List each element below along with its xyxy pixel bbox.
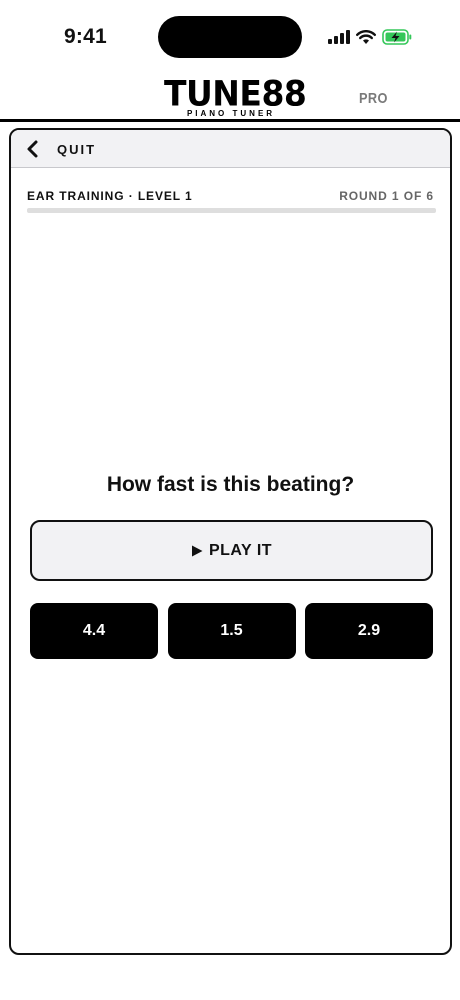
quit-button[interactable]: QUIT — [57, 142, 96, 157]
exercise-topbar: QUIT — [11, 130, 450, 168]
status-icons — [328, 27, 412, 47]
exercise-card: QUIT EAR TRAINING · LEVEL 1 ROUND 1 OF 6… — [9, 128, 452, 955]
answer-options: 4.4 1.5 2.9 — [30, 603, 433, 659]
play-icon — [191, 545, 203, 556]
level-label: EAR TRAINING · LEVEL 1 — [27, 189, 193, 203]
answer-option-1[interactable]: 4.4 — [30, 603, 158, 659]
round-counter: ROUND 1 OF 6 — [339, 189, 434, 203]
answer-option-2[interactable]: 1.5 — [167, 603, 296, 659]
play-button[interactable]: PLAY IT — [30, 520, 433, 581]
status-bar: 9:41 — [0, 0, 460, 72]
dynamic-island — [158, 16, 302, 58]
app-logo: TUNE88 PIANO TUNER — [164, 73, 307, 118]
battery-charging-icon — [382, 29, 412, 45]
pro-badge: PRO — [359, 90, 388, 107]
wifi-icon — [356, 29, 376, 44]
app-header: TUNE88 PIANO TUNER PRO — [0, 72, 460, 122]
status-time: 9:41 — [64, 25, 107, 48]
progress-bar — [27, 208, 436, 213]
cellular-signal-icon — [328, 30, 350, 44]
answer-option-3[interactable]: 2.9 — [305, 603, 433, 659]
play-button-label: PLAY IT — [208, 541, 273, 559]
question-text: How fast is this beating? — [106, 473, 355, 496]
logo-title: TUNE88 — [164, 73, 307, 114]
chevron-left-icon[interactable] — [25, 139, 41, 159]
